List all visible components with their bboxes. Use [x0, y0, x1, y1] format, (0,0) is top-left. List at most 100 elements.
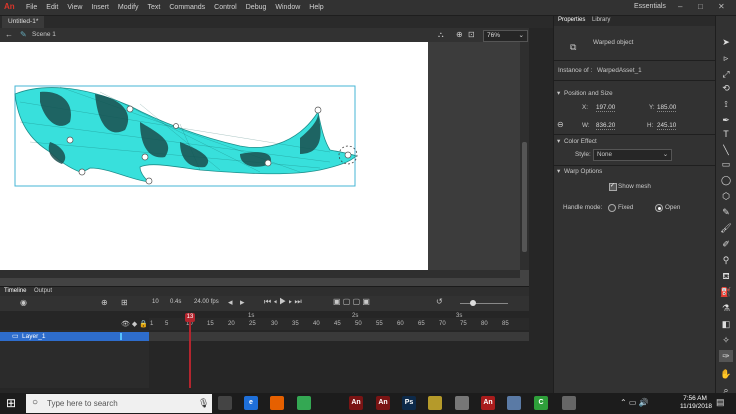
- eraser-tool-icon[interactable]: ◧: [719, 318, 733, 330]
- x-value[interactable]: 197.00: [596, 104, 616, 112]
- tab-timeline[interactable]: Timeline: [4, 287, 26, 296]
- subselection-tool-icon[interactable]: ▹: [719, 52, 733, 64]
- lasso-tool-icon[interactable]: ⟟: [719, 98, 733, 110]
- menu-debug[interactable]: Debug: [246, 4, 267, 11]
- tray-icons[interactable]: ⌃ ▭ 🔊: [620, 398, 649, 407]
- animate-icon-2[interactable]: An: [376, 396, 390, 410]
- chevron-down-icon[interactable]: ▾: [557, 138, 560, 145]
- transform-tool-icon[interactable]: ⤢: [719, 68, 733, 80]
- edge-icon[interactable]: e: [244, 396, 258, 410]
- windows-start-icon[interactable]: ⊞: [6, 396, 16, 410]
- workspace-switcher[interactable]: Essentials: [634, 3, 666, 10]
- menu-view[interactable]: View: [67, 4, 82, 11]
- camtasia-icon[interactable]: C: [534, 396, 548, 410]
- playhead[interactable]: [189, 313, 191, 388]
- notification-icon[interactable]: ▤: [716, 397, 725, 408]
- asset-warp-tool-icon[interactable]: ✑: [719, 350, 733, 362]
- stage[interactable]: [0, 42, 428, 270]
- y-value[interactable]: 185.00: [657, 104, 677, 112]
- stage-clip-icon[interactable]: ⛬: [438, 30, 444, 40]
- fit-icon[interactable]: ⊡: [468, 30, 475, 39]
- paint-bucket-icon[interactable]: ⛾: [719, 270, 733, 282]
- polystar-tool-icon[interactable]: ⬡: [719, 190, 733, 202]
- firefox-icon[interactable]: [270, 396, 284, 410]
- minimize-icon[interactable]: –: [678, 2, 682, 11]
- layer-row[interactable]: ▭ Layer_1: [0, 332, 149, 341]
- menu-file[interactable]: File: [26, 4, 37, 11]
- hand-tool-icon[interactable]: ✋: [719, 368, 733, 380]
- pencil-tool-icon[interactable]: ✎: [719, 206, 733, 218]
- back-arrow-icon[interactable]: ←: [5, 30, 13, 39]
- chrome-icon[interactable]: [297, 396, 311, 410]
- fps-display[interactable]: 24.00 fps: [194, 299, 219, 305]
- play-icon[interactable]: ▸: [240, 297, 245, 308]
- selection-tool-icon[interactable]: ➤: [719, 36, 733, 48]
- slider-thumb[interactable]: [470, 300, 476, 306]
- layer-name[interactable]: Layer_1: [22, 332, 46, 341]
- menu-help[interactable]: Help: [309, 4, 323, 11]
- microphone-icon[interactable]: 🎙: [198, 398, 209, 409]
- tab-library[interactable]: Library: [592, 17, 610, 23]
- h-value[interactable]: 245.10: [657, 122, 677, 130]
- taskbar-search[interactable]: ○ Type here to search 🎙: [26, 394, 212, 413]
- tab-output[interactable]: Output: [34, 287, 52, 296]
- menu-modify[interactable]: Modify: [118, 4, 139, 11]
- pen-tool-icon[interactable]: ✒: [719, 114, 733, 126]
- media-icon[interactable]: [562, 396, 576, 410]
- handle-open-radio[interactable]: [655, 204, 663, 212]
- rectangle-tool-icon[interactable]: ▭: [719, 158, 733, 170]
- animate-icon[interactable]: An: [349, 396, 363, 410]
- menu-insert[interactable]: Insert: [91, 4, 109, 11]
- handle-fixed-radio[interactable]: [608, 204, 616, 212]
- zoom-select[interactable]: 76% ⌄: [483, 30, 528, 42]
- camera-icon[interactable]: ◉: [20, 298, 27, 307]
- playhead-frame[interactable]: 13: [185, 313, 195, 322]
- horizontal-scrollbar[interactable]: [0, 270, 520, 278]
- menu-commands[interactable]: Commands: [169, 4, 205, 11]
- maximize-icon[interactable]: □: [698, 2, 703, 11]
- app-icon-grey[interactable]: [455, 396, 469, 410]
- menu-edit[interactable]: Edit: [46, 4, 58, 11]
- chevron-down-icon[interactable]: ▾: [557, 168, 560, 175]
- line-tool-icon[interactable]: ╲: [719, 144, 733, 156]
- app-icon-blue[interactable]: [507, 396, 521, 410]
- menu-control[interactable]: Control: [214, 4, 237, 11]
- center-stage-icon[interactable]: ⊕: [456, 30, 463, 39]
- text-tool-icon[interactable]: T: [719, 128, 733, 140]
- onion-skin-icon[interactable]: ▣ ▢ ▢ ▣: [333, 297, 370, 306]
- animate-icon-active[interactable]: An: [481, 396, 495, 410]
- brush-tool-icon[interactable]: 🖌: [719, 222, 733, 234]
- bone-tool-icon[interactable]: ⚲: [719, 254, 733, 266]
- paint-brush-icon[interactable]: ✐: [719, 238, 733, 250]
- clock[interactable]: 7:56 AM 11/19/2018: [680, 395, 712, 411]
- attach-layer-icon[interactable]: ⊞: [121, 298, 128, 307]
- task-view-icon[interactable]: [218, 396, 232, 410]
- layer-depth-icon[interactable]: ⊕: [101, 298, 108, 307]
- eyedropper-icon[interactable]: ⚗: [719, 302, 733, 314]
- color-effect-section[interactable]: Color Effect: [564, 138, 597, 145]
- ink-bottle-icon[interactable]: ⛽: [719, 286, 733, 298]
- vertical-scrollbar-thumb[interactable]: [522, 142, 527, 252]
- position-size-section[interactable]: Position and Size: [564, 90, 613, 97]
- step-back-icon[interactable]: ◂: [228, 297, 233, 308]
- oval-tool-icon[interactable]: ◯: [719, 174, 733, 186]
- loop-icon[interactable]: ↺: [436, 297, 443, 306]
- document-tab[interactable]: Untitled-1*: [2, 16, 45, 28]
- rotate-tool-icon[interactable]: ⟲: [719, 82, 733, 94]
- show-mesh-checkbox[interactable]: ✓: [609, 183, 617, 191]
- app-icon-yellow[interactable]: [428, 396, 442, 410]
- frames-area[interactable]: [149, 330, 529, 388]
- w-value[interactable]: 836.20: [596, 122, 616, 130]
- transport-controls[interactable]: ⏮ ◂ ▶ ▸ ⏭: [264, 297, 302, 307]
- warp-options-section[interactable]: Warp Options: [564, 168, 602, 175]
- style-select[interactable]: None ⌄: [593, 149, 672, 161]
- width-tool-icon[interactable]: ✧: [719, 334, 733, 346]
- timeline-zoom-slider[interactable]: [460, 303, 508, 304]
- photoshop-icon[interactable]: Ps: [402, 396, 416, 410]
- menu-text[interactable]: Text: [148, 4, 161, 11]
- frame-ruler[interactable]: 1510152025303540455055606570758085: [149, 318, 529, 330]
- tab-properties[interactable]: Properties: [558, 17, 585, 23]
- frame-row[interactable]: [149, 332, 529, 341]
- link-icon[interactable]: ⊖: [557, 120, 564, 129]
- chevron-down-icon[interactable]: ▾: [557, 90, 560, 97]
